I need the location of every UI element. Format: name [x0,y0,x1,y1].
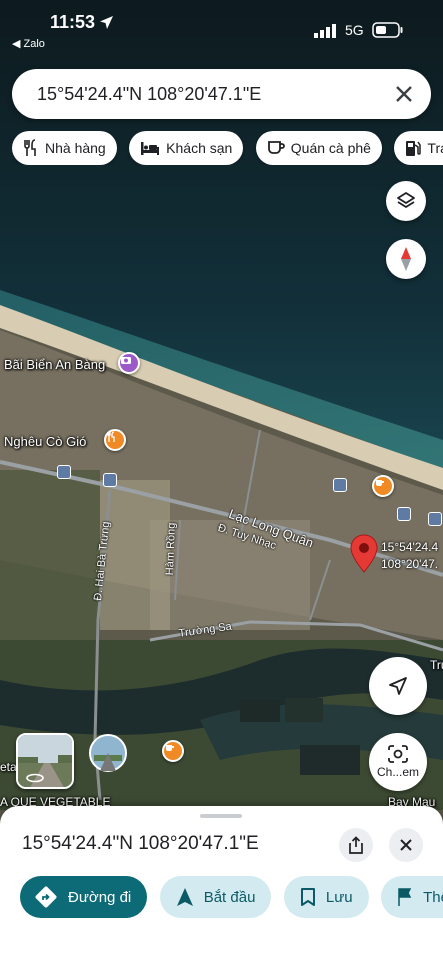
compass-button[interactable] [386,239,426,279]
street-view-thumbnail[interactable] [16,733,74,789]
place-bottom-sheet[interactable]: 15°54'24.4"N 108°20'47.1"E Đường đi Bắt … [0,806,443,960]
bus-stop-icon[interactable] [103,473,117,487]
lens-label: Ch...em [376,765,419,779]
chip-cafes[interactable]: Quán cà phê [255,131,382,165]
search-bar[interactable]: 15°54'24.4"N 108°20'47.1"E [12,69,431,119]
back-to-app[interactable]: ◀ Zalo [12,37,45,50]
right-edge-label: Trư [430,658,443,672]
road-ham-rong: Hàm Rồng [164,522,178,576]
chip-restaurants[interactable]: Nhà hàng [12,131,117,165]
camera-poi-icon[interactable] [118,352,140,374]
start-label: Bắt đầu [203,888,256,906]
fork-knife-icon [24,139,36,156]
clear-search-icon[interactable] [391,81,417,107]
status-bar: 11:53 ◀ Zalo 5G [0,0,443,56]
cafe-poi-icon[interactable] [372,475,394,497]
flag-icon [398,888,412,906]
directions-icon [35,886,57,908]
action-buttons: Đường đi Bắt đầu Lưu Thên [20,876,443,918]
bus-stop-icon[interactable] [57,465,71,479]
bus-stop-icon[interactable] [397,507,411,521]
compass-icon [401,247,411,271]
restaurant-poi-icon[interactable] [104,429,126,451]
start-button[interactable]: Bắt đầu [159,876,272,918]
chip-gas-stations[interactable]: Trạ [394,131,443,165]
chip-label: Trạ [427,140,443,156]
layers-icon [397,192,415,208]
bookmark-icon [300,888,315,906]
restaurant-label[interactable]: Nghêu Cò Gió [4,434,86,449]
bus-stop-icon[interactable] [333,478,347,492]
pin-coordinates-label: 15°54'24.4 108°20'47. [381,539,438,573]
dropped-pin-icon[interactable] [349,534,379,574]
my-location-button[interactable] [369,657,427,715]
sheet-drag-handle[interactable] [200,814,242,818]
location-arrow-icon [100,16,113,29]
close-sheet-button[interactable] [389,828,423,862]
network-type: 5G [345,22,364,38]
bed-icon [141,142,160,155]
directions-button[interactable]: Đường đi [20,876,148,918]
pin-lat: 15°54'24.4 [381,540,439,554]
beach-label[interactable]: Bãi Biển An Bàng [4,357,105,372]
gas-pump-icon [406,141,422,156]
chip-label: Quán cà phê [290,140,371,156]
close-icon [400,839,412,851]
place-title: 15°54'24.4"N 108°20'47.1"E [22,833,259,854]
clock: 11:53 [50,12,96,32]
share-button[interactable] [339,828,373,862]
lens-button[interactable]: Ch...em [369,733,427,791]
back-app-label: Zalo [23,38,45,50]
navigation-arrow-icon [176,888,193,906]
battery-icon [372,22,403,38]
chip-hotels[interactable]: Khách sạn [129,131,244,165]
navigation-arrow-icon [389,677,407,695]
add-label-button[interactable]: Thên [381,876,443,918]
save-button[interactable]: Lưu [283,876,369,918]
back-triangle-icon: ◀ [12,38,24,50]
layers-button[interactable] [386,181,426,221]
directions-label: Đường đi [68,888,132,906]
street-view-marker-icon[interactable] [88,733,128,779]
rotate-360-icon [26,773,44,783]
bus-stop-icon[interactable] [428,512,442,526]
left-edge-label: eta [0,760,17,774]
share-icon [349,836,363,854]
add-label-label: Thên [423,888,443,906]
category-chips: Nhà hàng Khách sạn Quán cà phê Trạ [12,131,443,165]
signal-bars-icon [314,24,336,38]
save-label: Lưu [325,888,353,906]
cafe-poi-icon-2[interactable] [162,740,184,762]
pin-lng: 108°20'47. [381,557,439,571]
chip-label: Nhà hàng [45,140,106,156]
coffee-cup-icon [267,141,285,154]
lens-camera-icon [388,745,408,763]
chip-label: Khách sạn [166,140,233,156]
search-query[interactable]: 15°54'24.4"N 108°20'47.1"E [37,84,261,105]
